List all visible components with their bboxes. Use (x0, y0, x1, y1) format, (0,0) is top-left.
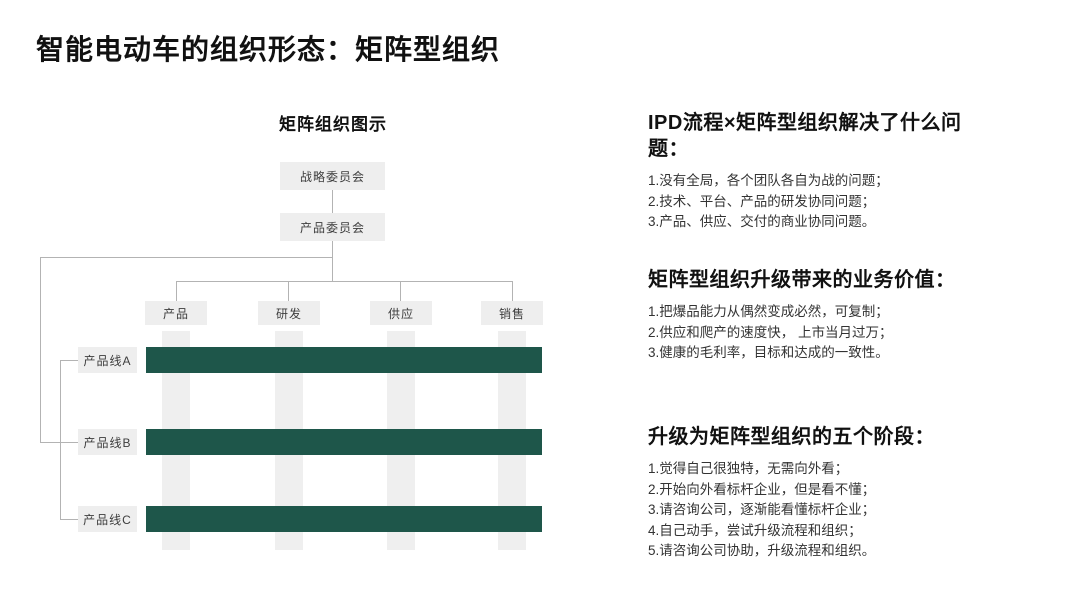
connector-line (512, 281, 513, 301)
list-item: 1.觉得自己很独特，无需向外看； (648, 459, 988, 480)
list-item: 1.没有全局，各个团队各自为战的问题； (648, 171, 988, 192)
row-label-product-line-a: 产品线A (78, 347, 137, 373)
connector-line (400, 281, 401, 301)
connector-line (60, 360, 78, 361)
slide: 智能电动车的组织形态：矩阵型组织 矩阵组织图示 战略委员会 产品委员会 产品 研… (0, 0, 1080, 609)
connector-line (40, 442, 78, 443)
connector-line (332, 190, 333, 213)
row-label-product-line-c: 产品线C (78, 506, 137, 532)
connector-line (40, 257, 41, 442)
matrix-bar-product-line-a (146, 347, 542, 373)
product-committee-box: 产品委员会 (280, 213, 385, 241)
list-item: 2.技术、平台、产品的研发协同问题； (648, 192, 988, 213)
connector-line (176, 281, 177, 301)
connector-line (60, 360, 61, 519)
list-item: 3.请咨询公司，逐渐能看懂标杆企业； (648, 500, 988, 521)
column-box-sales: 销售 (481, 301, 543, 325)
list-item: 2.供应和爬产的速度快， 上市当月过万； (648, 323, 988, 344)
column-box-product: 产品 (145, 301, 207, 325)
list-item: 3.健康的毛利率，目标和达成的一致性。 (648, 343, 988, 364)
strategy-committee-box: 战略委员会 (280, 162, 385, 190)
section-heading: 升级为矩阵型组织的五个阶段： (648, 424, 988, 450)
diagram-title: 矩阵组织图示 (233, 110, 433, 135)
connector-line (176, 281, 513, 282)
list-item: 2.开始向外看标杆企业，但是看不懂； (648, 480, 988, 501)
column-box-rnd: 研发 (258, 301, 320, 325)
list-item: 1.把爆品能力从偶然变成必然，可复制； (648, 302, 988, 323)
matrix-bar-product-line-b (146, 429, 542, 455)
list-item: 4.自己动手，尝试升级流程和组织； (648, 521, 988, 542)
section-heading: 矩阵型组织升级带来的业务价值： (648, 267, 988, 293)
section-five-stages: 升级为矩阵型组织的五个阶段： 1.觉得自己很独特，无需向外看； 2.开始向外看标… (648, 424, 988, 562)
column-box-supply: 供应 (370, 301, 432, 325)
list-item: 5.请咨询公司协助，升级流程和组织。 (648, 541, 988, 562)
connector-line (60, 519, 78, 520)
section-business-value: 矩阵型组织升级带来的业务价值： 1.把爆品能力从偶然变成必然，可复制； 2.供应… (648, 267, 988, 364)
matrix-bar-product-line-c (146, 506, 542, 532)
slide-title: 智能电动车的组织形态：矩阵型组织 (36, 28, 500, 68)
row-label-product-line-b: 产品线B (78, 429, 137, 455)
section-ipd-problems: IPD流程×矩阵型组织解决了什么问题： 1.没有全局，各个团队各自为战的问题； … (648, 110, 988, 233)
connector-line (332, 241, 333, 282)
section-heading: IPD流程×矩阵型组织解决了什么问题： (648, 110, 988, 162)
connector-line (40, 257, 333, 258)
connector-line (288, 281, 289, 301)
list-item: 3.产品、供应、交付的商业协同问题。 (648, 212, 988, 233)
